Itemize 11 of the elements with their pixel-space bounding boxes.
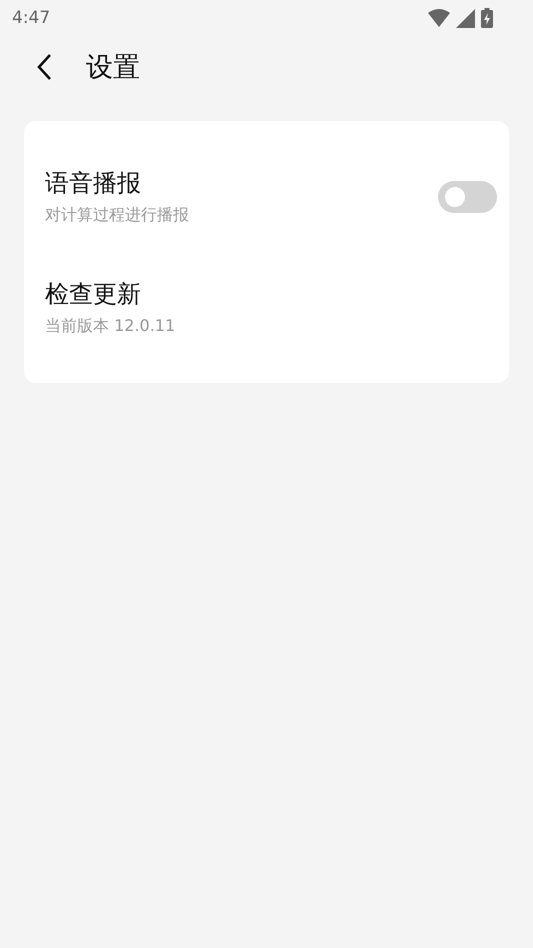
setting-title[interactable]: 语音播报: [45, 167, 189, 199]
toggle-switch[interactable]: [438, 180, 497, 212]
page-title: 设置: [86, 51, 140, 85]
setting-description: 当前版本 12.0.11: [45, 316, 176, 337]
wifi-icon: [428, 9, 450, 27]
setting-description: 对计算过程进行播报: [45, 205, 189, 226]
status-time: 4:47: [12, 8, 50, 28]
back-button[interactable]: [36, 52, 54, 82]
signal-icon: [456, 8, 475, 28]
battery-icon: [481, 8, 493, 28]
setting-title[interactable]: 检查更新: [45, 278, 176, 310]
